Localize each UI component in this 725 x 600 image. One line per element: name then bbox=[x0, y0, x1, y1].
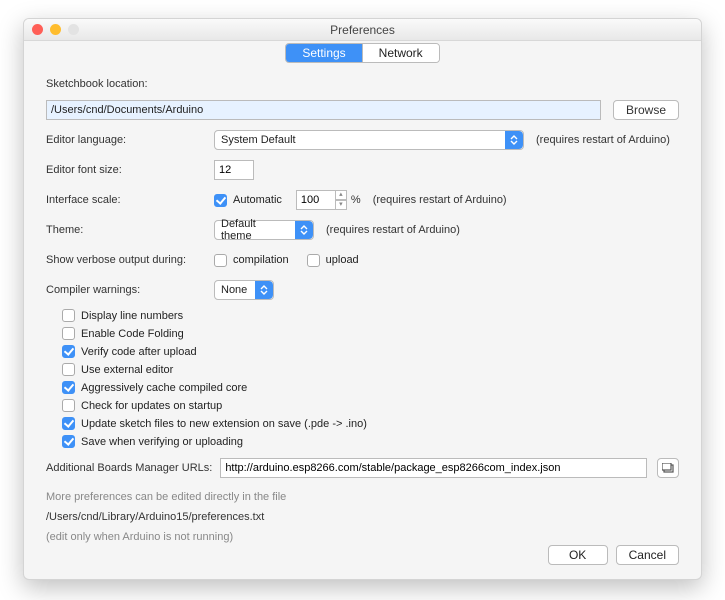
verbose-label: Show verbose output during: bbox=[46, 254, 214, 266]
titlebar: Preferences bbox=[24, 19, 701, 41]
close-icon[interactable] bbox=[32, 24, 43, 35]
chevron-updown-icon bbox=[505, 131, 523, 149]
compiler-warnings-select[interactable]: None bbox=[214, 280, 274, 300]
browse-button[interactable]: Browse bbox=[613, 100, 679, 120]
theme-value: Default theme bbox=[215, 218, 295, 242]
footnote-path: /Users/cnd/Library/Arduino15/preferences… bbox=[46, 508, 679, 528]
scale-input[interactable] bbox=[296, 190, 336, 210]
compiler-warnings-label: Compiler warnings: bbox=[46, 284, 214, 296]
update-sketch-ext-label: Update sketch files to new extension on … bbox=[81, 418, 367, 430]
display-line-numbers-label: Display line numbers bbox=[81, 310, 183, 322]
verify-after-upload-checkbox[interactable] bbox=[62, 345, 75, 358]
theme-select[interactable]: Default theme bbox=[214, 220, 314, 240]
sketchbook-path-input[interactable] bbox=[46, 100, 601, 120]
footnote-line1: More preferences can be edited directly … bbox=[46, 488, 679, 508]
update-sketch-ext-checkbox[interactable] bbox=[62, 417, 75, 430]
editor-language-note: (requires restart of Arduino) bbox=[536, 134, 670, 146]
editor-language-select[interactable]: System Default bbox=[214, 130, 524, 150]
preferences-window: Preferences Settings Network Sketchbook … bbox=[23, 18, 702, 580]
theme-note: (requires restart of Arduino) bbox=[326, 224, 460, 236]
display-line-numbers-checkbox[interactable] bbox=[62, 309, 75, 322]
expand-urls-button[interactable] bbox=[657, 458, 679, 478]
check-updates-checkbox[interactable] bbox=[62, 399, 75, 412]
verify-after-upload-label: Verify code after upload bbox=[81, 346, 197, 358]
traffic-lights bbox=[32, 24, 79, 35]
enable-code-folding-checkbox[interactable] bbox=[62, 327, 75, 340]
upload-checkbox[interactable] bbox=[307, 254, 320, 267]
upload-label: upload bbox=[326, 254, 359, 266]
chevron-updown-icon bbox=[255, 281, 273, 299]
tab-bar: Settings Network bbox=[24, 41, 701, 63]
external-editor-checkbox[interactable] bbox=[62, 363, 75, 376]
boards-url-input[interactable] bbox=[220, 458, 647, 478]
ok-button[interactable]: OK bbox=[548, 545, 608, 565]
compiler-warnings-value: None bbox=[215, 284, 255, 296]
aggressive-cache-label: Aggressively cache compiled core bbox=[81, 382, 247, 394]
editor-language-label: Editor language: bbox=[46, 134, 214, 146]
editor-language-value: System Default bbox=[215, 134, 505, 146]
save-on-verify-label: Save when verifying or uploading bbox=[81, 436, 243, 448]
boards-url-label: Additional Boards Manager URLs: bbox=[46, 462, 212, 474]
automatic-label: Automatic bbox=[233, 194, 282, 206]
interface-scale-label: Interface scale: bbox=[46, 194, 214, 206]
window-title: Preferences bbox=[24, 23, 701, 37]
compilation-label: compilation bbox=[233, 254, 289, 266]
save-on-verify-checkbox[interactable] bbox=[62, 435, 75, 448]
chevron-updown-icon bbox=[295, 221, 313, 239]
window-icon bbox=[662, 463, 675, 474]
font-size-label: Editor font size: bbox=[46, 164, 214, 176]
footnote: More preferences can be edited directly … bbox=[46, 488, 679, 547]
enable-code-folding-label: Enable Code Folding bbox=[81, 328, 184, 340]
scale-unit: % bbox=[351, 194, 361, 206]
aggressive-cache-checkbox[interactable] bbox=[62, 381, 75, 394]
cancel-button[interactable]: Cancel bbox=[616, 545, 679, 565]
tab-network[interactable]: Network bbox=[362, 44, 439, 62]
tab-settings[interactable]: Settings bbox=[286, 44, 361, 62]
scale-note: (requires restart of Arduino) bbox=[373, 194, 507, 206]
theme-label: Theme: bbox=[46, 224, 214, 236]
external-editor-label: Use external editor bbox=[81, 364, 173, 376]
check-updates-label: Check for updates on startup bbox=[81, 400, 222, 412]
font-size-input[interactable] bbox=[214, 160, 254, 180]
sketchbook-label: Sketchbook location: bbox=[46, 78, 148, 90]
compilation-checkbox[interactable] bbox=[214, 254, 227, 267]
minimize-icon[interactable] bbox=[50, 24, 61, 35]
maximize-icon bbox=[68, 24, 79, 35]
automatic-checkbox[interactable] bbox=[214, 194, 227, 207]
scale-stepper[interactable]: ▴▾ bbox=[335, 190, 347, 210]
